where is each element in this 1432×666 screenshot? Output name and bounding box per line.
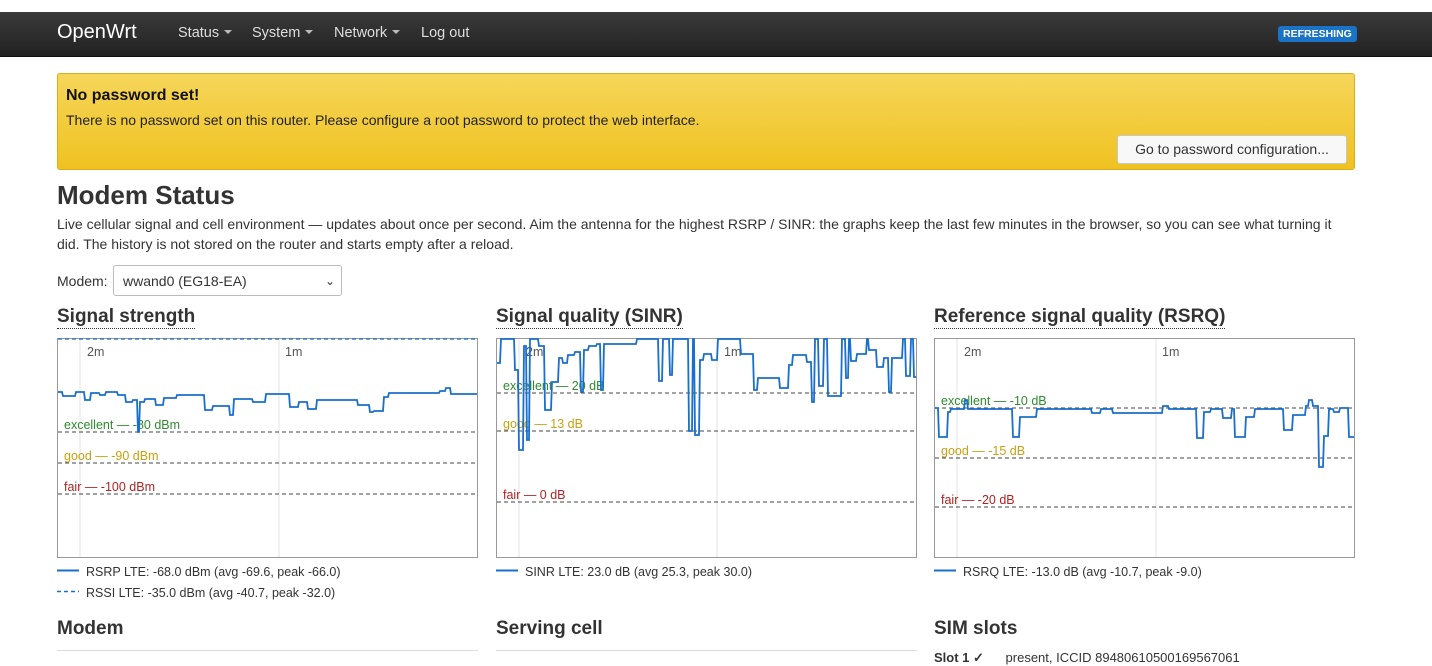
brand-logo[interactable]: OpenWrt	[57, 21, 137, 44]
time-label: 2m	[964, 345, 981, 359]
legend-swatch-solid	[57, 569, 79, 572]
signal-strength-chart: 2m 1m excellent — -80 dBm good — -90 dBm…	[57, 338, 478, 558]
sim-slot-row: Slot 1 ✓ present, ICCID 8948061050016956…	[934, 650, 1240, 666]
nav-system-menu[interactable]: System	[252, 25, 314, 41]
chart-title-sinr: Signal quality (SINR)	[496, 306, 683, 329]
sinr-chart: 2m 1m excellent — 20 dB good — 13 dB fai…	[496, 338, 917, 558]
time-label: 1m	[1162, 345, 1179, 359]
nav-network-menu[interactable]: Network	[334, 25, 401, 41]
legend-text: RSRP LTE: -68.0 dBm (avg -69.6, peak -66…	[86, 565, 341, 579]
page-title: Modem Status	[57, 180, 235, 210]
legend-text: RSRQ LTE: -13.0 dB (avg -10.7, peak -9.0…	[963, 565, 1202, 579]
threshold-label-excellent: excellent — -80 dBm	[64, 418, 180, 432]
alert-message: There is no password set on this router.…	[66, 112, 700, 128]
rsrq-chart: 2m 1m excellent — -10 dB good — -15 dB f…	[934, 338, 1355, 558]
navbar: OpenWrt Status System Network Log out RE…	[0, 12, 1432, 57]
time-label: 1m	[724, 345, 741, 359]
threshold-label-fair: fair — -20 dB	[941, 493, 1015, 507]
legend-text: SINR LTE: 23.0 dB (avg 25.3, peak 30.0)	[525, 565, 752, 579]
time-label: 2m	[526, 345, 543, 359]
threshold-label-good: good — -15 dB	[941, 444, 1025, 458]
time-label: 2m	[87, 345, 104, 359]
threshold-label-excellent: excellent — -10 dB	[941, 394, 1047, 408]
chart-frame	[57, 338, 478, 558]
sim-slot-status: present, ICCID 89480610500169567061	[1005, 650, 1240, 665]
chevron-down-icon: ⌄	[324, 274, 335, 288]
chart-title-signal-strength: Signal strength	[57, 306, 196, 329]
caret-down-icon	[224, 30, 233, 34]
legend-item-rsrp: RSRP LTE: -68.0 dBm (avg -69.6, peak -66…	[57, 565, 341, 579]
alert-title: No password set!	[66, 87, 200, 104]
threshold-label-fair: fair — 0 dB	[503, 488, 566, 502]
section-title-serving-cell: Serving cell	[496, 618, 603, 639]
section-title-sim-slots: SIM slots	[934, 618, 1018, 639]
legend-swatch-solid	[934, 569, 956, 572]
caret-down-icon	[305, 30, 314, 34]
legend-text: RSSI LTE: -35.0 dBm (avg -40.7, peak -32…	[86, 586, 336, 600]
threshold-label-good: good — 13 dB	[503, 417, 583, 431]
no-password-alert: No password set! There is no password se…	[57, 73, 1355, 170]
nav-status-menu[interactable]: Status	[178, 25, 233, 41]
threshold-label-good: good — -90 dBm	[64, 449, 159, 463]
modem-select[interactable]: wwand0 (EG18-EA) ⌄	[113, 265, 342, 296]
legend-item-sinr: SINR LTE: 23.0 dB (avg 25.3, peak 30.0)	[496, 565, 752, 579]
legend-item-rsrq: RSRQ LTE: -13.0 dB (avg -10.7, peak -9.0…	[934, 565, 1202, 579]
chart-title-rsrq: Reference signal quality (RSRQ)	[934, 306, 1226, 329]
chart-frame	[496, 338, 917, 558]
refreshing-badge[interactable]: REFRESHING	[1278, 26, 1357, 42]
section-divider	[57, 650, 478, 651]
section-divider	[496, 650, 917, 651]
section-title-modem: Modem	[57, 618, 124, 639]
legend-swatch-solid	[496, 569, 518, 572]
modem-label: Modem:	[57, 273, 108, 289]
threshold-label-fair: fair — -100 dBm	[64, 480, 155, 494]
modem-select-value: wwand0 (EG18-EA)	[123, 273, 247, 289]
page-description: Live cellular signal and cell environmen…	[57, 216, 1332, 252]
caret-down-icon	[392, 30, 401, 34]
time-label: 1m	[285, 345, 302, 359]
go-to-password-config-button[interactable]: Go to password configuration...	[1117, 135, 1347, 164]
legend-swatch-dashed	[57, 590, 79, 593]
legend-item-rssi: RSSI LTE: -35.0 dBm (avg -40.7, peak -32…	[57, 586, 335, 600]
sim-slot-label: Slot 1 ✓	[934, 650, 984, 665]
nav-logout[interactable]: Log out	[421, 25, 469, 41]
